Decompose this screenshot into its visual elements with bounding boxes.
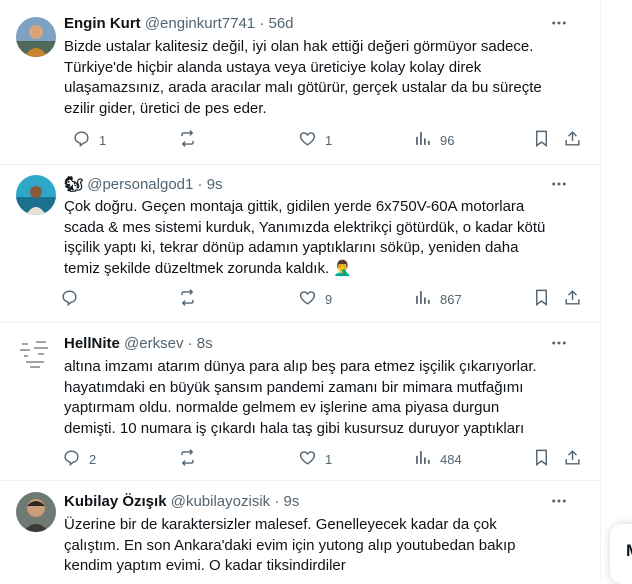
reply-count: 2 <box>89 451 97 467</box>
tweet-actions: 2 1 484 <box>60 445 590 473</box>
views-chart-icon <box>413 448 432 470</box>
separator-dot: · <box>197 176 203 193</box>
views-button[interactable]: 484 <box>413 445 462 473</box>
retweet-icon <box>178 129 197 151</box>
retweet-icon <box>178 288 197 310</box>
share-button[interactable] <box>563 285 582 313</box>
tweet-text: altına imzamı atarım dünya para alıp beş… <box>64 358 537 437</box>
timeline-feed: Engin Kurt @enginkurt7741 · 56d Bizde us… <box>0 0 601 578</box>
tweet-actions: 9 867 <box>60 285 590 313</box>
tweet-text: Çok doğru. Geçen montaja gittik, gidilen… <box>64 198 546 277</box>
more-options-icon[interactable] <box>546 10 572 36</box>
avatar[interactable] <box>16 17 56 57</box>
tweet-actions: 1 1 96 <box>60 126 590 154</box>
like-button[interactable]: 9 <box>298 285 332 313</box>
views-count: 96 <box>440 132 455 148</box>
avatar[interactable] <box>16 492 56 532</box>
like-count: 1 <box>325 451 333 467</box>
reply-count: 1 <box>99 132 107 148</box>
retweet-button[interactable] <box>178 285 197 313</box>
reply-icon <box>72 129 91 151</box>
retweet-button[interactable] <box>178 126 205 154</box>
timestamp[interactable]: 9s <box>207 176 223 193</box>
separator-dot: · <box>187 335 193 352</box>
bookmark-button[interactable] <box>532 285 551 313</box>
more-options-icon[interactable] <box>546 171 572 197</box>
views-button[interactable]: 867 <box>413 285 462 313</box>
share-button[interactable] <box>563 445 582 473</box>
display-name[interactable]: HellNite <box>64 335 120 352</box>
bookmark-icon <box>532 129 551 151</box>
like-count: 1 <box>325 132 333 148</box>
tweet[interactable]: Kubilay Özışık @kubilayozisik · 9s Üzeri… <box>0 480 600 578</box>
display-name[interactable]: Kubilay Özışık <box>64 493 167 510</box>
timestamp[interactable]: 8s <box>197 335 213 352</box>
user-handle[interactable]: @personalgod1 <box>87 176 193 193</box>
bookmark-button[interactable] <box>532 445 551 473</box>
views-button[interactable]: 96 <box>413 126 454 154</box>
heart-icon <box>298 448 317 470</box>
tweet-header: Kubilay Özışık @kubilayozisik · 9s <box>64 492 584 512</box>
like-button[interactable]: 1 <box>298 126 332 154</box>
tweet[interactable]: Engin Kurt @enginkurt7741 · 56d Bizde us… <box>0 0 600 165</box>
views-chart-icon <box>413 129 432 151</box>
separator-dot: · <box>259 15 265 32</box>
like-button[interactable]: 1 <box>298 445 332 473</box>
bookmark-icon <box>532 448 551 470</box>
tweet-header: Engin Kurt @enginkurt7741 · 56d <box>64 14 584 34</box>
more-options-icon[interactable] <box>546 488 572 514</box>
tweet-text: Bizde ustalar kalitesiz değil, iyi olan … <box>64 38 542 117</box>
reply-button[interactable]: 1 <box>72 126 106 154</box>
separator-dot: · <box>274 493 280 510</box>
avatar[interactable] <box>16 175 56 215</box>
reply-icon <box>60 288 79 310</box>
like-count: 9 <box>325 291 333 307</box>
user-handle[interactable]: @enginkurt7741 <box>145 15 255 32</box>
share-icon <box>563 288 582 310</box>
share-icon <box>563 129 582 151</box>
avatar[interactable] <box>16 334 56 374</box>
views-count: 867 <box>440 291 462 307</box>
timestamp[interactable]: 9s <box>284 493 300 510</box>
heart-icon <box>298 288 317 310</box>
more-options-icon[interactable] <box>546 330 572 356</box>
display-name[interactable]: Engin Kurt <box>64 15 141 32</box>
retweet-icon <box>178 448 197 470</box>
reply-button[interactable] <box>60 285 79 313</box>
timestamp[interactable]: 56d <box>268 15 293 32</box>
reply-icon <box>62 448 81 470</box>
tweet-text: Üzerine bir de karaktersizler malesef. G… <box>64 516 516 574</box>
tweet-header: 🐿 @personalgod1 · 9s <box>64 175 584 195</box>
views-chart-icon <box>413 288 432 310</box>
share-icon <box>563 448 582 470</box>
bookmark-icon <box>532 288 551 310</box>
tweet-header: HellNite @erksev · 8s <box>64 334 584 354</box>
reply-button[interactable]: 2 <box>62 445 96 473</box>
tweet[interactable]: HellNite @erksev · 8s altına imzamı atar… <box>0 322 600 481</box>
bookmark-button[interactable] <box>532 126 551 154</box>
display-name-emoji[interactable]: 🐿 <box>64 176 83 193</box>
user-handle[interactable]: @kubilayozisik <box>171 493 270 510</box>
retweet-button[interactable] <box>178 445 197 473</box>
heart-icon <box>298 129 317 151</box>
tweet[interactable]: 🐿 @personalgod1 · 9s Çok doğru. Geçen mo… <box>0 164 600 323</box>
user-handle[interactable]: @erksev <box>124 335 183 352</box>
messages-drawer-label[interactable]: M <box>626 541 632 561</box>
views-count: 484 <box>440 451 462 467</box>
share-button[interactable] <box>563 126 582 154</box>
